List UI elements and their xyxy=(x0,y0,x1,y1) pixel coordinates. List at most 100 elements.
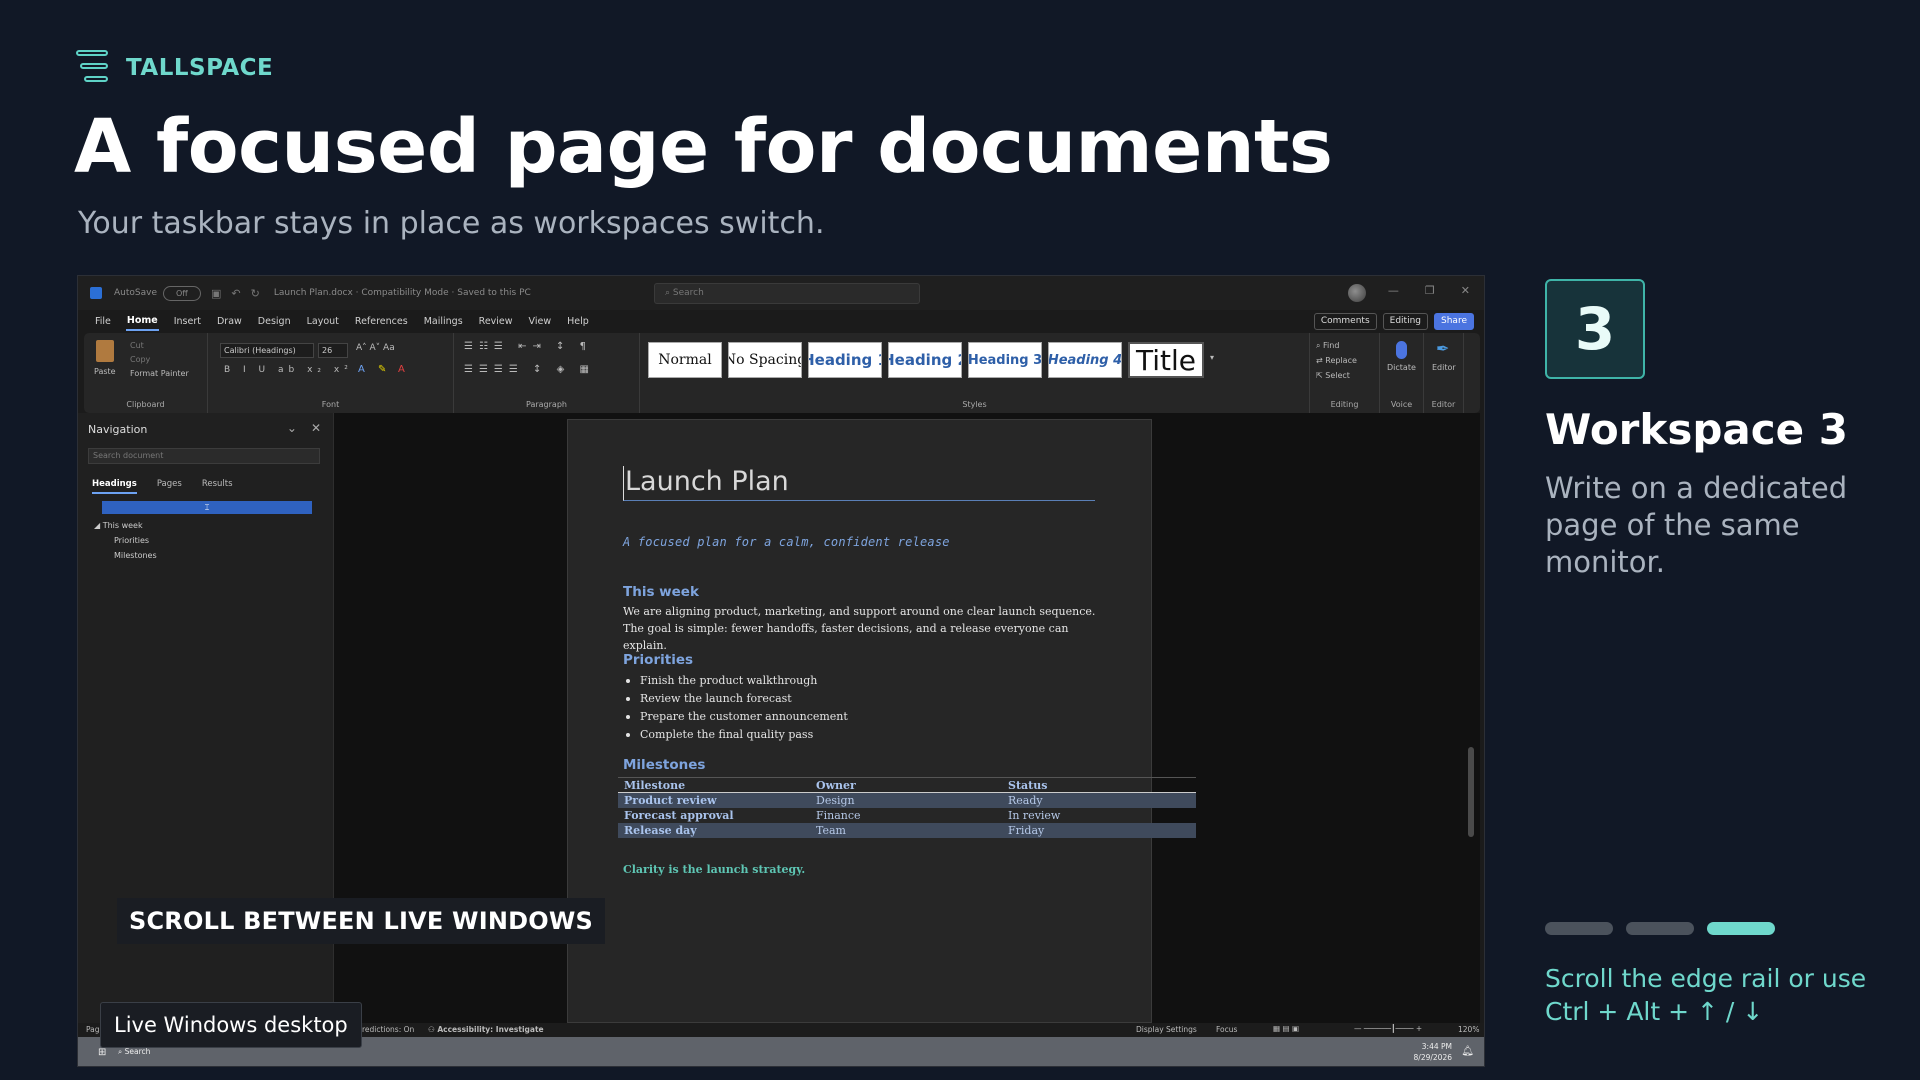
tab-mailings[interactable]: Mailings xyxy=(423,313,464,330)
nav-item-milestones[interactable]: Milestones xyxy=(114,551,157,560)
taskbar-search[interactable]: ⌕ Search xyxy=(118,1047,150,1057)
nav-tab-pages[interactable]: Pages xyxy=(157,479,182,494)
word-search-input[interactable]: ⌕ Search xyxy=(654,283,920,304)
autosave-label: AutoSave xyxy=(114,288,157,298)
style-heading-1[interactable]: Heading 1 xyxy=(808,342,882,378)
tab-references[interactable]: References xyxy=(354,313,409,330)
style-no-spacing[interactable]: No Spacing xyxy=(728,342,802,378)
close-icon[interactable]: ✕ xyxy=(311,421,321,435)
milestones-table: Milestone Owner Status Product review De… xyxy=(618,777,1196,838)
font-color-icon[interactable]: A xyxy=(398,364,405,375)
tab-review[interactable]: Review xyxy=(478,313,514,330)
paragraph-group: ☰☷☰ ⇤⇥ ↕ ¶ ☰☰☰☰ ↕ ◈ ▦ Paragraph xyxy=(454,333,640,413)
tab-insert[interactable]: Insert xyxy=(173,313,202,330)
document-title: Launch Plan.docx · Compatibility Mode · … xyxy=(273,288,531,298)
copy-button[interactable]: Copy xyxy=(130,355,150,364)
select-button[interactable]: ⇱ Select xyxy=(1316,371,1350,380)
restore-icon[interactable]: ❐ xyxy=(1425,284,1435,297)
taskbar-time[interactable]: 3:44 PM xyxy=(1422,1042,1452,1051)
avatar[interactable] xyxy=(1348,284,1366,302)
grow-font-icon[interactable]: A˄ A˅ Aa xyxy=(356,343,395,353)
word-menubar: File Home Insert Draw Design Layout Refe… xyxy=(78,310,1484,332)
align-icons[interactable]: ☰☰☰☰ ↕ ◈ ▦ xyxy=(464,364,595,375)
nav-tab-headings[interactable]: Headings xyxy=(92,479,137,494)
style-normal[interactable]: Normal xyxy=(648,342,722,378)
redo-icon[interactable]: ↻ xyxy=(251,287,260,300)
table-cell: Ready xyxy=(1002,792,1196,808)
tab-home[interactable]: Home xyxy=(125,312,159,331)
chevron-down-icon[interactable]: ⌄ xyxy=(287,421,297,435)
tab-view[interactable]: View xyxy=(528,313,553,330)
paste-icon[interactable] xyxy=(96,340,114,362)
document-page[interactable]: Launch Plan A focused plan for a calm, c… xyxy=(567,419,1196,1023)
minimize-icon[interactable]: — xyxy=(1388,284,1399,297)
list-item: Finish the product walkthrough xyxy=(626,672,848,690)
format-painter-button[interactable]: Format Painter xyxy=(130,369,189,378)
search-icon: ⌕ xyxy=(665,288,673,298)
styles-more-icon[interactable]: ▾ xyxy=(1210,353,1214,362)
view-icons[interactable]: ▦ ▤ ▣ xyxy=(1273,1024,1299,1033)
text-effects-icon[interactable]: A xyxy=(358,364,365,375)
editing-mode-button[interactable]: Editing xyxy=(1382,313,1429,330)
live-window-preview[interactable]: AutoSave Off ▣ ↶ ↻ Launch Plan.docx · Co… xyxy=(77,275,1485,1067)
focus-button[interactable]: Focus xyxy=(1216,1025,1237,1034)
vertical-scrollbar[interactable] xyxy=(1468,747,1474,837)
editor-pen-icon[interactable]: ✒ xyxy=(1436,339,1449,358)
find-button[interactable]: ⌕ Find xyxy=(1316,341,1339,351)
nav-item-this-week[interactable]: ◢ This week xyxy=(94,521,143,530)
autosave-toggle[interactable]: Off xyxy=(163,285,201,301)
word-search-placeholder: Search xyxy=(672,288,704,298)
clipboard-group: Paste Cut Copy Format Painter Clipboard xyxy=(84,333,208,413)
editing-label: Editing xyxy=(1330,400,1359,409)
replace-button[interactable]: ⇄ Replace xyxy=(1316,356,1357,365)
nav-tab-results[interactable]: Results xyxy=(202,479,233,494)
tab-draw[interactable]: Draw xyxy=(216,313,243,330)
tab-design[interactable]: Design xyxy=(257,313,292,330)
nav-item-priorities[interactable]: Priorities xyxy=(114,536,149,545)
select-label: Select xyxy=(1325,371,1350,380)
font-name-select[interactable]: Calibri (Headings) xyxy=(220,343,314,358)
zoom-slider[interactable]: — ──────┃──── + xyxy=(1354,1024,1422,1033)
style-heading-2[interactable]: Heading 2 xyxy=(888,342,962,378)
undo-icon[interactable]: ↶ xyxy=(231,287,240,300)
style-title[interactable]: Title xyxy=(1128,342,1204,378)
pager-dot[interactable] xyxy=(1545,922,1613,935)
tab-help[interactable]: Help xyxy=(566,313,590,330)
zoom-level[interactable]: 120% xyxy=(1458,1025,1479,1034)
editing-group: ⌕ Find ⇄ Replace ⇱ Select Editing xyxy=(1310,333,1380,413)
style-heading-4[interactable]: Heading 4 xyxy=(1048,342,1122,378)
page-count[interactable]: Pag xyxy=(86,1025,100,1034)
document-heading: Launch Plan xyxy=(623,466,1095,501)
table-header-row: Milestone Owner Status xyxy=(618,777,1196,793)
document-subtitle: A focused plan for a calm, confident rel… xyxy=(623,535,950,549)
list-icons[interactable]: ☰☷☰ ⇤⇥ ↕ ¶ xyxy=(464,341,592,352)
highlight-icon[interactable]: ✎ xyxy=(378,364,386,375)
microphone-icon[interactable] xyxy=(1396,341,1407,359)
font-size-select[interactable]: 26 xyxy=(318,343,348,358)
notification-bell-icon[interactable]: 🔔︎ xyxy=(1461,1046,1474,1057)
close-icon[interactable]: ✕ xyxy=(1461,284,1470,297)
comments-button[interactable]: Comments xyxy=(1313,313,1377,330)
style-heading-3[interactable]: Heading 3 xyxy=(968,342,1042,378)
font-format-icons[interactable]: B I U ab x₂ x² xyxy=(224,365,353,375)
clipboard-label: Clipboard xyxy=(126,400,165,409)
pager-dot[interactable] xyxy=(1626,922,1694,935)
paragraph-label: Paragraph xyxy=(526,400,567,409)
styles-label: Styles xyxy=(962,400,987,409)
search-document-input[interactable]: Search document xyxy=(88,448,320,464)
windows-start-icon[interactable]: ⊞ xyxy=(98,1047,106,1058)
cut-button[interactable]: Cut xyxy=(130,341,144,350)
nav-selected-heading[interactable]: ⌶ xyxy=(102,501,312,514)
paste-button[interactable]: Paste xyxy=(94,367,116,376)
dictate-button[interactable]: Dictate xyxy=(1387,363,1416,372)
accessibility-status[interactable]: ⚇ Accessibility: Investigate xyxy=(428,1025,544,1034)
list-item: Prepare the customer announcement xyxy=(626,708,848,726)
save-icon[interactable]: ▣ xyxy=(211,287,221,300)
tab-layout[interactable]: Layout xyxy=(306,313,340,330)
taskbar-date[interactable]: 8/29/2026 xyxy=(1414,1053,1452,1062)
display-settings-button[interactable]: Display Settings xyxy=(1136,1025,1197,1034)
editor-button[interactable]: Editor xyxy=(1432,363,1456,372)
tab-file[interactable]: File xyxy=(94,313,112,330)
pager-dot-active[interactable] xyxy=(1707,922,1775,935)
share-button[interactable]: Share xyxy=(1434,313,1474,330)
